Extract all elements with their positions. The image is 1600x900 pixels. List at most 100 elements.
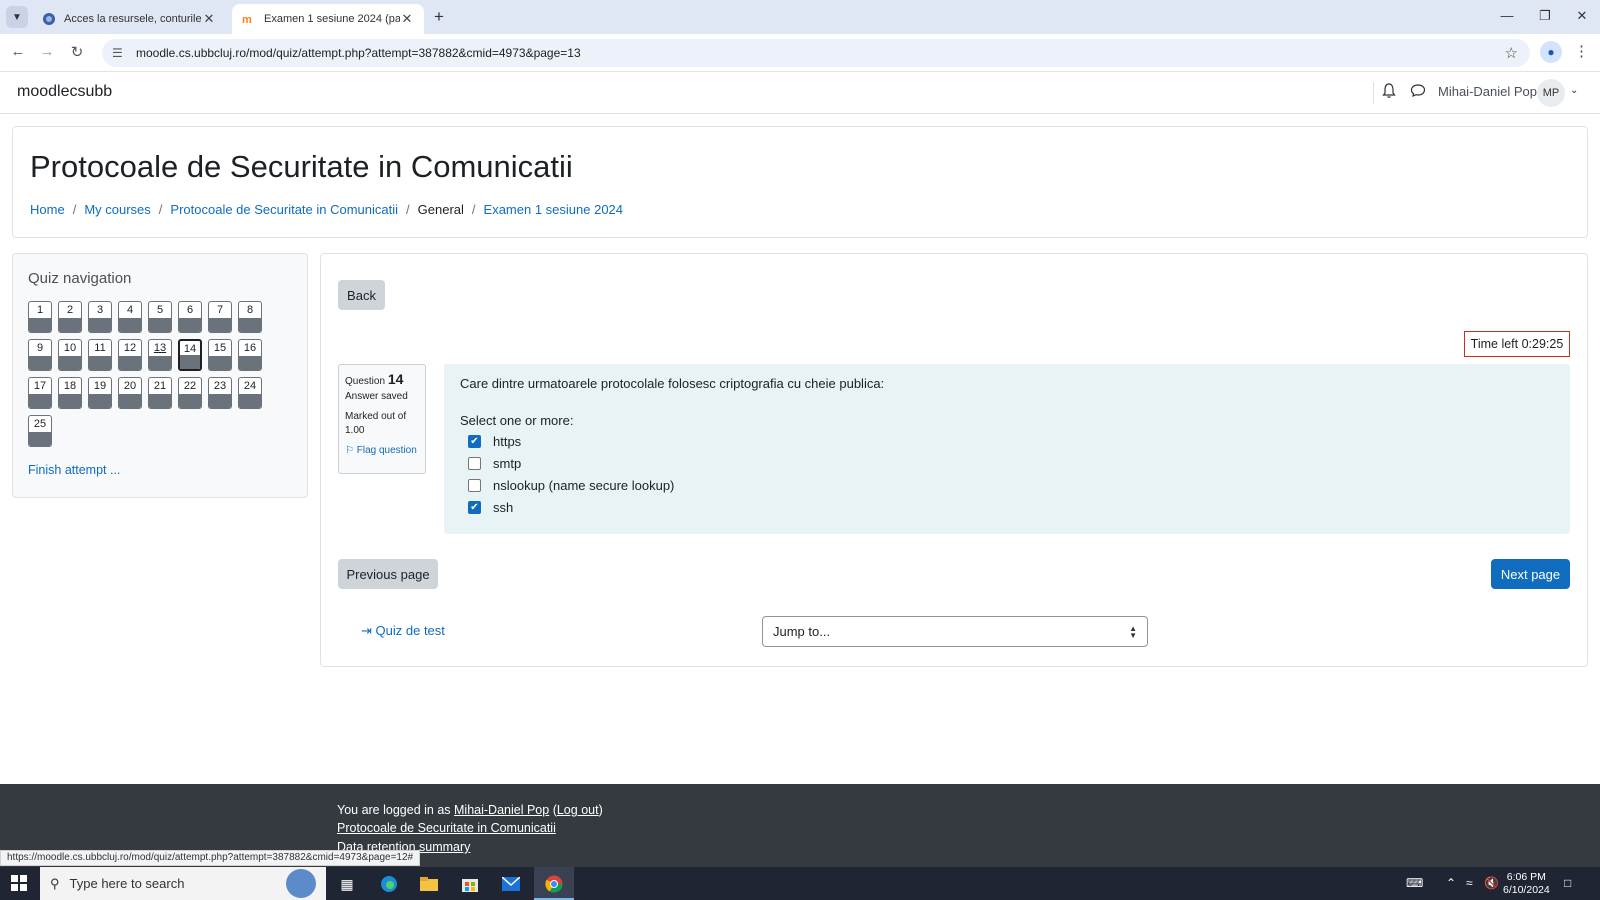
file-explorer-icon[interactable]: [418, 873, 440, 895]
mail-icon[interactable]: [500, 873, 522, 895]
site-brand[interactable]: moodlecsubb: [17, 83, 112, 101]
previous-page-button[interactable]: Previous page: [338, 559, 438, 589]
back-arrow-icon[interactable]: ←: [8, 43, 28, 60]
site-navbar: moodlecsubb Mihai-Daniel Pop MP ⌄: [0, 72, 1600, 114]
question-nav-button-10[interactable]: 10: [58, 339, 82, 371]
question-nav-number: 23: [213, 380, 227, 392]
reload-icon[interactable]: ↻: [67, 43, 87, 61]
question-nav-button-6[interactable]: 6: [178, 301, 202, 333]
close-tab-icon[interactable]: ✕: [202, 11, 216, 27]
breadcrumb-home[interactable]: Home: [30, 202, 65, 217]
question-nav-button-21[interactable]: 21: [148, 377, 172, 409]
footer-user-link[interactable]: Mihai-Daniel Pop: [454, 803, 549, 817]
store-icon[interactable]: [459, 873, 481, 895]
checkbox-unchecked[interactable]: [468, 457, 481, 470]
question-nav-button-15[interactable]: 15: [208, 339, 232, 371]
browser-menu-icon[interactable]: ⋮: [1574, 42, 1589, 60]
checkbox-checked[interactable]: ✔: [468, 435, 481, 448]
quiz-de-test-link[interactable]: ⇥ Quiz de test: [361, 623, 445, 639]
windows-taskbar: ⚲ Type here to search ▦ ⌨ ⌃ ≈ 🔇 6:06 PM …: [0, 867, 1600, 900]
task-view-icon[interactable]: ▦: [336, 873, 358, 895]
answered-state-indicator: [209, 356, 231, 370]
question-nav-button-17[interactable]: 17: [28, 377, 52, 409]
new-tab-icon[interactable]: +: [434, 7, 444, 27]
taskbar-clock[interactable]: 6:06 PM 6/10/2024: [1503, 871, 1550, 897]
question-nav-button-25[interactable]: 25: [28, 415, 52, 447]
footer-course-link[interactable]: Protocoale de Securitate in Comunicatii: [337, 821, 556, 835]
answer-option[interactable]: smtp: [468, 456, 521, 471]
answer-option[interactable]: nslookup (name secure lookup): [468, 478, 674, 493]
checkbox-checked[interactable]: ✔: [468, 501, 481, 514]
wifi-icon[interactable]: ≈: [1466, 876, 1473, 890]
finish-attempt-link[interactable]: Finish attempt ...: [28, 463, 120, 477]
question-nav-button-12[interactable]: 12: [118, 339, 142, 371]
answered-state-indicator: [209, 318, 231, 332]
answer-option[interactable]: ✔ ssh: [468, 500, 513, 515]
back-button[interactable]: Back: [338, 280, 385, 310]
minimize-icon[interactable]: —: [1497, 8, 1517, 23]
question-nav-button-3[interactable]: 3: [88, 301, 112, 333]
notification-center-icon[interactable]: □: [1564, 876, 1571, 890]
question-nav-button-11[interactable]: 11: [88, 339, 112, 371]
arrow-right-icon: ⇥: [361, 623, 372, 638]
quiz-timer: Time left 0:29:25: [1464, 331, 1570, 357]
question-state: Answer saved: [345, 391, 408, 402]
question-nav-button-20[interactable]: 20: [118, 377, 142, 409]
question-nav-button-7[interactable]: 7: [208, 301, 232, 333]
question-nav-button-5[interactable]: 5: [148, 301, 172, 333]
question-nav-button-14[interactable]: 14: [178, 339, 202, 371]
question-nav-button-8[interactable]: 8: [238, 301, 262, 333]
answered-state-indicator: [89, 318, 111, 332]
question-nav-button-24[interactable]: 24: [238, 377, 262, 409]
tray-chevron-up-icon[interactable]: ⌃: [1446, 876, 1456, 890]
jump-to-select[interactable]: Jump to... ▲ ▼: [762, 616, 1148, 647]
breadcrumb-course[interactable]: Protocoale de Securitate in Comunicatii: [170, 202, 398, 217]
question-nav-button-13[interactable]: 13: [148, 339, 172, 371]
edge-icon[interactable]: [378, 873, 400, 895]
answer-option-label: smtp: [493, 456, 522, 471]
forward-arrow-icon[interactable]: →: [37, 43, 57, 60]
messages-chat-icon[interactable]: [1410, 83, 1426, 101]
browser-profile-icon[interactable]: ●: [1540, 41, 1562, 63]
browser-tab-inactive[interactable]: Acces la resursele, conturile și s ✕: [32, 4, 226, 34]
restore-icon[interactable]: ❐: [1535, 8, 1555, 24]
question-nav-button-1[interactable]: 1: [28, 301, 52, 333]
user-avatar[interactable]: MP: [1537, 79, 1565, 107]
chrome-icon[interactable]: [543, 873, 565, 895]
answered-state-indicator: [29, 432, 51, 446]
answered-state-indicator: [179, 318, 201, 332]
question-nav-number: 25: [33, 418, 47, 430]
user-menu-chevron-icon[interactable]: ⌄: [1570, 85, 1578, 96]
question-nav-button-19[interactable]: 19: [88, 377, 112, 409]
browser-tab-bar: ▼ Acces la resursele, conturile și s ✕ m…: [0, 0, 1600, 34]
tab-search-chevron-icon[interactable]: ▼: [6, 6, 28, 28]
notifications-bell-icon[interactable]: [1382, 83, 1396, 102]
taskbar-search-box[interactable]: ⚲ Type here to search: [40, 867, 326, 900]
question-nav-button-4[interactable]: 4: [118, 301, 142, 333]
answered-state-indicator: [239, 318, 261, 332]
question-nav-button-9[interactable]: 9: [28, 339, 52, 371]
question-nav-button-22[interactable]: 22: [178, 377, 202, 409]
checkbox-unchecked[interactable]: [468, 479, 481, 492]
volume-muted-icon[interactable]: 🔇: [1484, 876, 1499, 890]
site-info-icon[interactable]: ☰: [112, 46, 126, 60]
logout-link[interactable]: Log out: [557, 803, 599, 817]
question-nav-number: 21: [153, 380, 167, 392]
question-nav-button-16[interactable]: 16: [238, 339, 262, 371]
next-page-button[interactable]: Next page: [1491, 559, 1570, 589]
question-nav-button-2[interactable]: 2: [58, 301, 82, 333]
user-name[interactable]: Mihai-Daniel Pop: [1438, 84, 1537, 99]
close-tab-icon[interactable]: ✕: [400, 11, 414, 27]
breadcrumb-quiz[interactable]: Examen 1 sesiune 2024: [484, 202, 623, 217]
browser-tab-active[interactable]: m Examen 1 sesiune 2024 (page 1 ✕: [232, 4, 424, 34]
question-nav-button-18[interactable]: 18: [58, 377, 82, 409]
window-close-icon[interactable]: ✕: [1572, 8, 1592, 24]
answer-option[interactable]: ✔ https: [468, 434, 521, 449]
flag-question-link[interactable]: ⚐ Flag question: [345, 445, 419, 456]
windows-start-icon[interactable]: [11, 875, 27, 895]
question-nav-button-23[interactable]: 23: [208, 377, 232, 409]
breadcrumb-my-courses[interactable]: My courses: [84, 202, 150, 217]
bookmark-star-icon[interactable]: ☆: [1505, 44, 1518, 62]
keyboard-icon[interactable]: ⌨: [1406, 876, 1423, 890]
url-field[interactable]: ☰ moodle.cs.ubbcluj.ro/mod/quiz/attempt.…: [102, 39, 1530, 67]
